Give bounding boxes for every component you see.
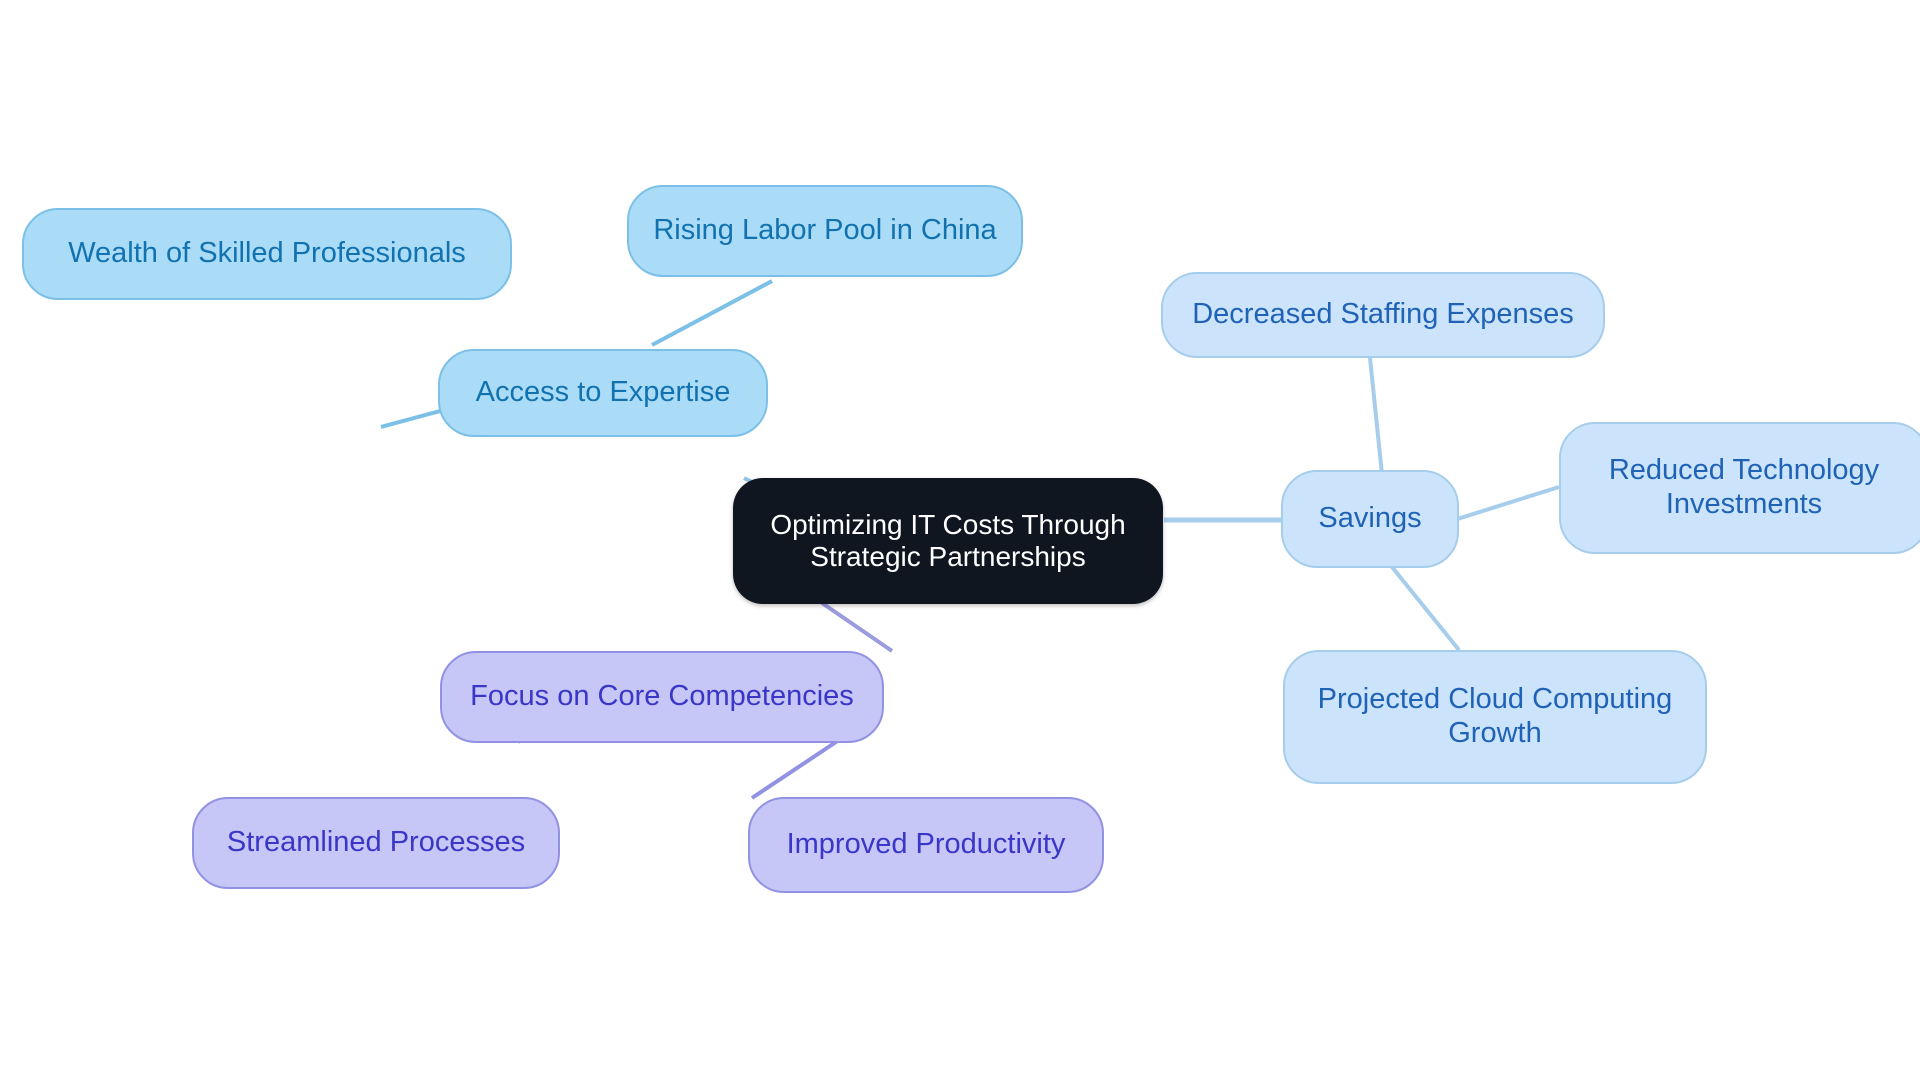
root-node[interactable]: Optimizing IT Costs Through Strategic Pa… [733, 478, 1163, 604]
edge-savings-tech [1450, 485, 1560, 523]
branch-node-savings[interactable]: Savings [1281, 470, 1459, 568]
edge-focus-core-productivity [750, 732, 850, 800]
branch-node-focus-on-core-competencies[interactable]: Focus on Core Competencies [440, 651, 884, 743]
edge-savings-cloud [1386, 560, 1461, 652]
leaf-node-decreased-staffing-expenses[interactable]: Decreased Staffing Expenses [1161, 272, 1605, 358]
leaf-node-wealth-of-skilled-professionals[interactable]: Wealth of Skilled Professionals [22, 208, 512, 300]
leaf-node-rising-labor-pool-in-china[interactable]: Rising Labor Pool in China [627, 185, 1023, 277]
edge-savings-staffing [1368, 357, 1385, 485]
branch-node-access-to-expertise[interactable]: Access to Expertise [438, 349, 768, 437]
edge-root-focus-core [820, 601, 894, 653]
leaf-node-reduced-technology-investments[interactable]: Reduced Technology Investments [1559, 422, 1920, 554]
edge-access-to-expertise-labor [651, 279, 773, 347]
leaf-node-streamlined-processes[interactable]: Streamlined Processes [192, 797, 560, 889]
leaf-node-projected-cloud-computing-growth[interactable]: Projected Cloud Computing Growth [1283, 650, 1707, 784]
mindmap-canvas: Optimizing IT Costs Through Strategic Pa… [0, 0, 1920, 1083]
leaf-node-improved-productivity[interactable]: Improved Productivity [748, 797, 1104, 893]
